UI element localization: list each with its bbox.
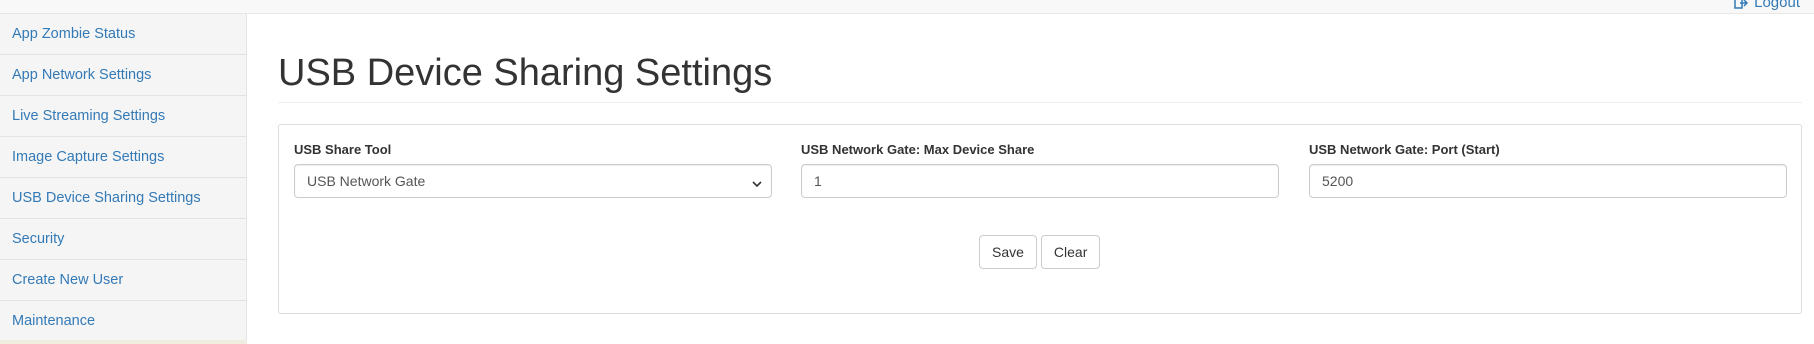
logout-label: Logout: [1754, 0, 1800, 11]
chevron-down-icon: [752, 176, 762, 188]
max-device-share-input[interactable]: [801, 164, 1279, 198]
sidebar-item-image-capture-settings[interactable]: Image Capture Settings: [0, 137, 246, 178]
sidebar-divider: [0, 340, 247, 344]
sidebar-item-label[interactable]: Security: [12, 231, 64, 247]
settings-panel: USB Share Tool USB Network Gate USB Netw…: [278, 124, 1802, 314]
share-tool-label: USB Share Tool: [294, 142, 392, 157]
sidebar-item-label[interactable]: App Zombie Status: [12, 26, 135, 42]
sidebar: App Zombie Status App Network Settings L…: [0, 14, 247, 344]
sidebar-item-live-streaming-settings[interactable]: Live Streaming Settings: [0, 96, 246, 137]
share-tool-field: USB Share Tool USB Network Gate: [294, 142, 772, 198]
share-tool-select[interactable]: USB Network Gate: [294, 164, 772, 198]
clear-button[interactable]: Clear: [1040, 235, 1101, 269]
sidebar-item-label[interactable]: Image Capture Settings: [12, 149, 164, 165]
sidebar-item-label[interactable]: Create New User: [12, 272, 123, 288]
sidebar-item-label[interactable]: Maintenance: [12, 313, 95, 329]
sidebar-item-create-new-user[interactable]: Create New User: [0, 260, 246, 301]
sidebar-item-label[interactable]: Live Streaming Settings: [12, 108, 165, 124]
main-content: USB Device Sharing Settings USB Share To…: [278, 14, 1802, 314]
sidebar-item-security[interactable]: Security: [0, 219, 246, 260]
page-title: USB Device Sharing Settings: [278, 14, 1802, 103]
sidebar-item-maintenance[interactable]: Maintenance: [0, 301, 246, 342]
max-device-share-label: USB Network Gate: Max Device Share: [801, 142, 1035, 157]
sidebar-item-usb-device-sharing-settings[interactable]: USB Device Sharing Settings: [0, 178, 246, 219]
sidebar-item-app-network-settings[interactable]: App Network Settings: [0, 55, 246, 96]
sidebar-item-app-zombie-status[interactable]: App Zombie Status: [0, 14, 246, 55]
save-button[interactable]: Save: [979, 235, 1037, 269]
port-start-label: USB Network Gate: Port (Start): [1309, 142, 1500, 157]
port-start-input[interactable]: [1309, 164, 1787, 198]
form-buttons: Save Clear: [979, 235, 1101, 269]
top-navbar: Logout: [0, 0, 1814, 14]
logout-icon: [1734, 0, 1749, 10]
logout-link[interactable]: Logout: [1734, 0, 1800, 11]
max-device-share-field: USB Network Gate: Max Device Share: [801, 142, 1279, 198]
port-start-field: USB Network Gate: Port (Start): [1309, 142, 1787, 198]
share-tool-select-value[interactable]: USB Network Gate: [294, 164, 772, 198]
sidebar-item-label[interactable]: App Network Settings: [12, 67, 151, 83]
sidebar-item-label[interactable]: USB Device Sharing Settings: [12, 190, 201, 206]
